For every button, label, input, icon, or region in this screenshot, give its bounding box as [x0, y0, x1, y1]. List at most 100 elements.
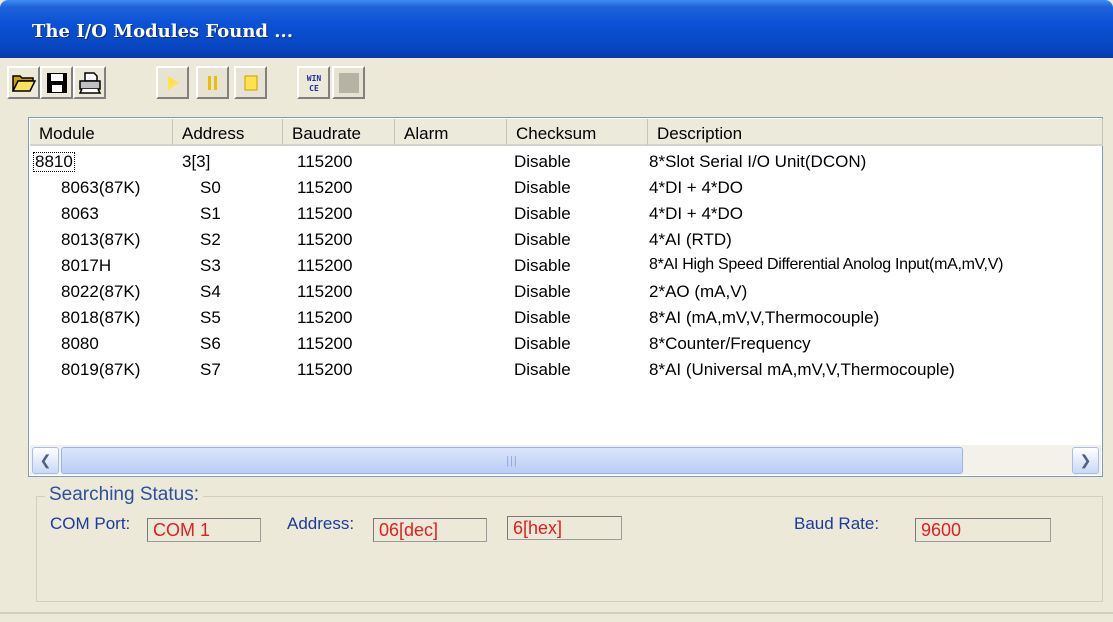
window-title: The I/O Modules Found ... — [32, 21, 294, 42]
cell-address: S5 — [200, 308, 221, 327]
wince-icon: WIN CE — [301, 71, 326, 94]
list-header: Module Address Baudrate Alarm Checksum D… — [30, 119, 1103, 147]
col-alarm[interactable]: Alarm — [395, 119, 507, 146]
bottom-divider — [0, 612, 1113, 614]
cell-description: 4*DI + 4*DO — [649, 204, 744, 223]
save-button[interactable] — [40, 66, 73, 99]
open-button[interactable] — [7, 66, 40, 99]
cell-module: 8022(87K) — [61, 282, 141, 301]
cell-description: 8*AI (Universal mA,mV,V,Thermocouple) — [649, 360, 955, 379]
pause-button[interactable] — [196, 66, 229, 99]
table-row[interactable]: 8013(87K) S2 115200 Disable 4*AI (RTD) — [30, 229, 1101, 255]
cell-address: S1 — [200, 204, 221, 223]
cell-description: 4*AI (RTD) — [649, 230, 732, 249]
blank-icon — [338, 72, 359, 93]
title-bar: The I/O Modules Found ... — [0, 0, 1113, 58]
cell-module: 8017H — [61, 256, 112, 275]
cell-checksum: Disable — [514, 282, 571, 301]
scroll-right-button[interactable]: ❯ — [1072, 447, 1099, 474]
cell-module: 8810 — [33, 152, 75, 172]
cell-address: S2 — [200, 230, 221, 249]
pause-icon — [207, 75, 217, 90]
scroll-thumb[interactable]: ||| — [61, 447, 963, 474]
cell-checksum: Disable — [514, 178, 571, 197]
status-legend: Searching Status: — [45, 484, 203, 506]
cell-module: 8063 — [61, 204, 99, 223]
address-label: Address: — [287, 514, 355, 533]
cell-module: 8013(87K) — [61, 230, 141, 249]
table-row[interactable]: 8019(87K) S7 115200 Disable 8*AI (Univer… — [30, 359, 1101, 385]
cell-module: 8080 — [61, 334, 99, 353]
cell-address: S7 — [200, 360, 221, 379]
cell-checksum: Disable — [514, 334, 571, 353]
cell-checksum: Disable — [514, 360, 571, 379]
address-dec-field: 06[dec] — [373, 518, 487, 542]
module-list[interactable]: Module Address Baudrate Alarm Checksum D… — [28, 117, 1103, 477]
cell-baudrate: 115200 — [297, 256, 353, 275]
cell-address: S4 — [200, 282, 221, 301]
table-row[interactable]: 8017H S3 115200 Disable 8*AI High Speed … — [30, 255, 1101, 281]
play-icon — [167, 75, 179, 90]
searching-status-group: Searching Status: COM Port: COM 1 Addres… — [36, 484, 1103, 602]
cell-baudrate: 115200 — [297, 204, 353, 223]
col-description[interactable]: Description — [648, 119, 1103, 146]
table-row[interactable]: 8063(87K) S0 115200 Disable 4*DI + 4*DO — [30, 177, 1101, 203]
print-button[interactable] — [73, 66, 106, 99]
table-row[interactable]: 8810 3[3] 115200 Disable 8*Slot Serial I… — [30, 151, 1101, 177]
save-disk-icon — [46, 72, 67, 93]
blank-button[interactable] — [332, 66, 365, 99]
cell-baudrate: 115200 — [297, 178, 353, 197]
cell-module: 8018(87K) — [61, 308, 141, 327]
cell-module: 8063(87K) — [61, 178, 141, 197]
list-body: 8810 3[3] 115200 Disable 8*Slot Serial I… — [30, 147, 1101, 443]
stop-icon — [244, 75, 257, 90]
cell-description: 8*AI High Speed Differential Anolog Inpu… — [649, 256, 1004, 273]
com-port-label: COM Port: — [50, 514, 131, 533]
cell-baudrate: 115200 — [297, 334, 353, 353]
wince-line1: WIN — [306, 74, 321, 83]
wince-line2: CE — [309, 84, 319, 93]
cell-checksum: Disable — [514, 152, 571, 171]
baud-rate-field: 9600 — [915, 518, 1051, 542]
cell-checksum: Disable — [514, 256, 571, 275]
cell-description: 2*AO (mA,V) — [649, 282, 748, 301]
table-row[interactable]: 8080 S6 115200 Disable 8*Counter/Frequen… — [30, 333, 1101, 359]
cell-address: S3 — [200, 256, 221, 275]
table-row[interactable]: 8063 S1 115200 Disable 4*DI + 4*DO — [30, 203, 1101, 229]
cell-baudrate: 115200 — [297, 308, 353, 327]
cell-address: 3[3] — [182, 152, 211, 171]
com-port-field: COM 1 — [147, 518, 261, 542]
open-folder-icon — [11, 74, 36, 92]
address-hex-field: 6[hex] — [507, 516, 622, 540]
cell-module: 8019(87K) — [61, 360, 141, 379]
chevron-right-icon: ❯ — [1079, 452, 1092, 468]
col-address[interactable]: Address — [173, 119, 283, 146]
printer-icon — [78, 71, 101, 94]
stop-button[interactable] — [234, 66, 267, 99]
cell-description: 8*AI (mA,mV,V,Thermocouple) — [649, 308, 880, 327]
cell-description: 8*Slot Serial I/O Unit(DCON) — [649, 152, 867, 171]
cell-baudrate: 115200 — [297, 282, 353, 301]
cell-address: S6 — [200, 334, 221, 353]
col-module[interactable]: Module — [30, 119, 173, 146]
table-row[interactable]: 8022(87K) S4 115200 Disable 2*AO (mA,V) — [30, 281, 1101, 307]
col-baudrate[interactable]: Baudrate — [283, 119, 395, 146]
col-checksum[interactable]: Checksum — [507, 119, 648, 146]
cell-checksum: Disable — [514, 308, 571, 327]
cell-address: S0 — [200, 178, 221, 197]
baud-rate-label: Baud Rate: — [794, 514, 880, 533]
grip-icon: ||| — [506, 454, 518, 467]
table-row[interactable]: 8018(87K) S5 115200 Disable 8*AI (mA,mV,… — [30, 307, 1101, 333]
cell-checksum: Disable — [514, 204, 571, 223]
toolbar: WIN CE — [0, 60, 1113, 110]
cell-description: 4*DI + 4*DO — [649, 178, 744, 197]
scroll-left-button[interactable]: ❮ — [32, 447, 59, 474]
horizontal-scrollbar[interactable]: ❮ ||| ❯ — [30, 445, 1101, 475]
wince-button[interactable]: WIN CE — [297, 66, 330, 99]
cell-baudrate: 115200 — [297, 152, 353, 171]
play-button[interactable] — [156, 66, 189, 99]
chevron-left-icon: ❮ — [39, 452, 52, 468]
cell-checksum: Disable — [514, 230, 571, 249]
cell-description: 8*Counter/Frequency — [649, 334, 811, 353]
cell-baudrate: 115200 — [297, 230, 353, 249]
